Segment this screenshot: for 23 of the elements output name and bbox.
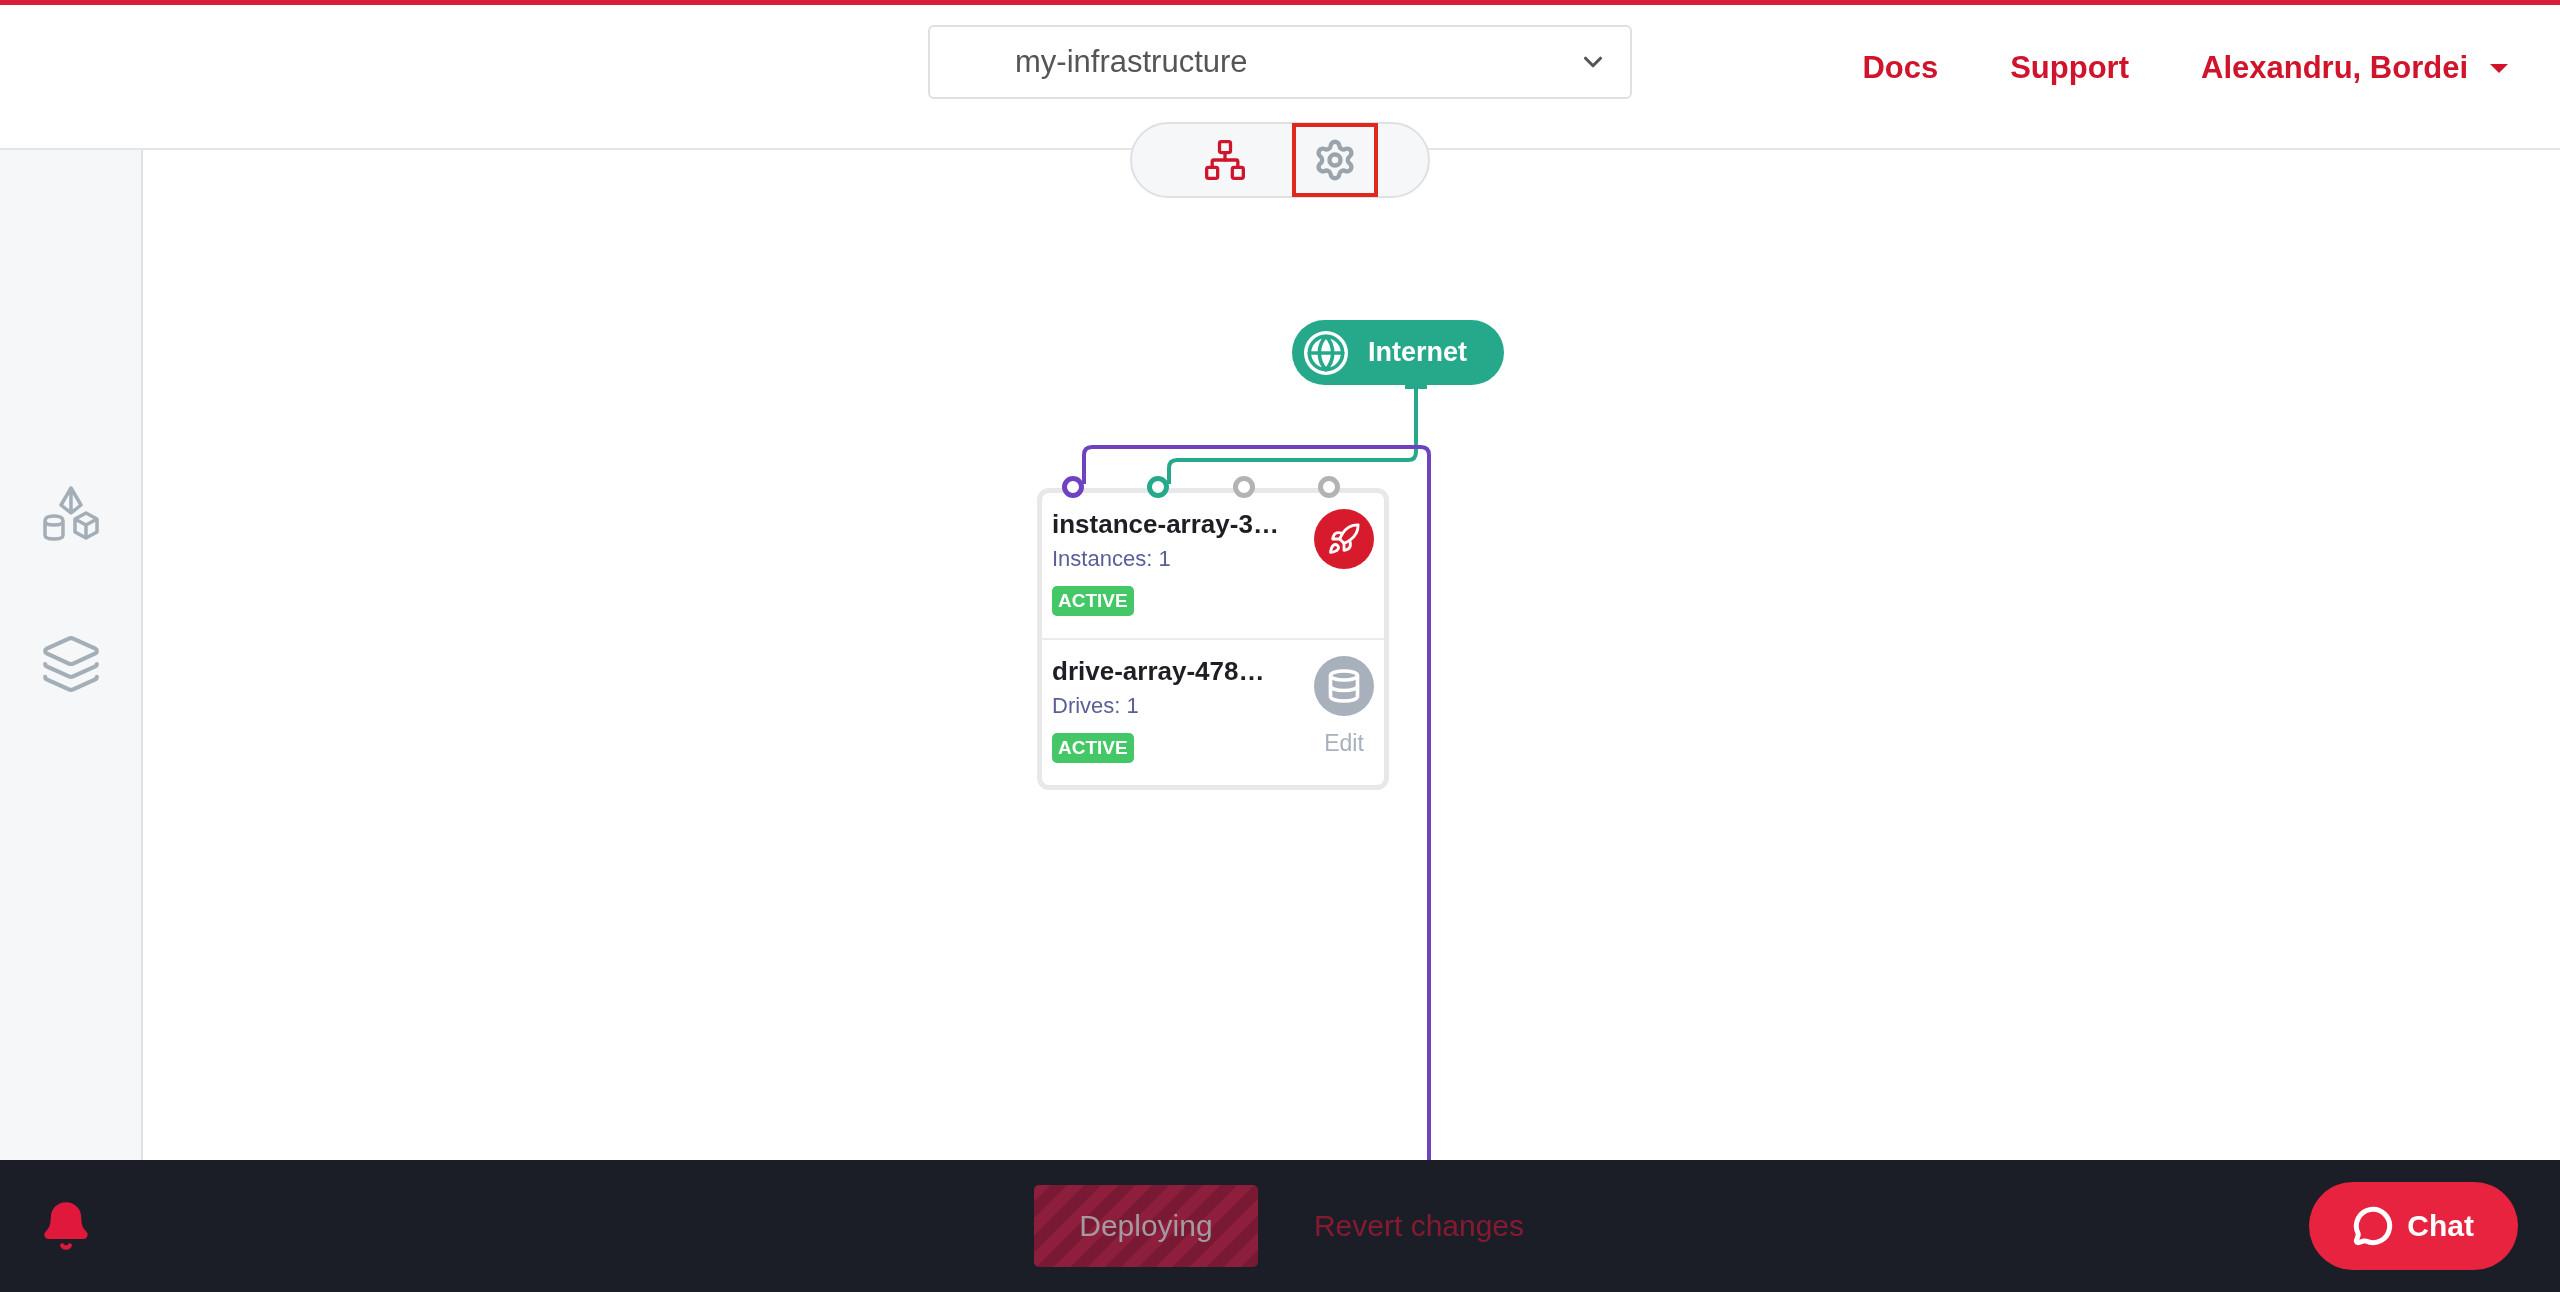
rocket-icon: [1314, 509, 1374, 569]
infrastructure-select[interactable]: my-infrastructure: [928, 25, 1632, 99]
caret-icon: [2490, 63, 2508, 73]
chat-button[interactable]: Chat: [2309, 1182, 2518, 1270]
array-card[interactable]: instance-array-3… Instances: 1 ACTIVE drive-array-478… Drives: 1 ACTIVE Edit: [1037, 488, 1389, 790]
settings-icon: [1313, 138, 1357, 182]
shapes-icon: [40, 485, 101, 541]
array-name: drive-array-478…: [1052, 656, 1265, 687]
status-badge: ACTIVE: [1052, 586, 1134, 616]
globe-icon: [1304, 330, 1348, 375]
chat-icon: [2353, 1206, 2394, 1246]
user-menu[interactable]: Alexandru, Bordei: [2201, 50, 2508, 86]
array-name: instance-array-3…: [1052, 509, 1279, 540]
database-icon: [1314, 656, 1374, 716]
internet-node[interactable]: Internet: [1292, 320, 1504, 385]
sidebar-button[interactable]: [40, 485, 101, 541]
topology-icon: [1203, 138, 1247, 182]
view-tab[interactable]: [1292, 123, 1378, 197]
array-count: Instances: 1: [1052, 546, 1171, 572]
nav-link[interactable]: Support: [2010, 50, 2129, 86]
array-count: Drives: 1: [1052, 693, 1139, 719]
nav-link[interactable]: Docs: [1862, 50, 1939, 86]
status-badge: ACTIVE: [1052, 733, 1134, 763]
